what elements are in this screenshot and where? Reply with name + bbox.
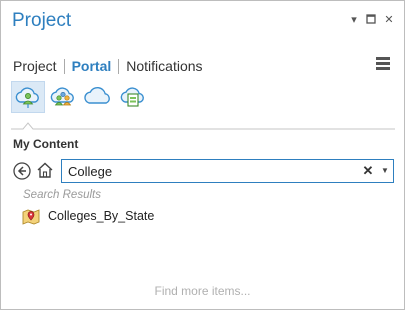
living-atlas-icon[interactable] bbox=[116, 81, 150, 113]
tab-separator bbox=[118, 58, 120, 74]
list-item[interactable]: Colleges_By_State bbox=[22, 207, 154, 225]
tab-notifications[interactable]: Notifications bbox=[126, 58, 202, 74]
close-icon[interactable]: ✕ bbox=[382, 13, 396, 27]
back-arrow-icon[interactable] bbox=[13, 162, 31, 180]
result-label: Colleges_By_State bbox=[48, 209, 155, 223]
tab-project[interactable]: Project bbox=[13, 58, 57, 74]
section-title: My Content bbox=[13, 137, 79, 151]
results-header: Search Results bbox=[23, 189, 101, 201]
search-input[interactable] bbox=[68, 163, 348, 179]
portal-view-toolbar bbox=[11, 81, 151, 115]
pane-tabs: Project Portal Notifications bbox=[13, 57, 203, 75]
tab-separator bbox=[63, 58, 65, 74]
project-pane: Project ▾ ✕ Project Portal Notifications bbox=[0, 0, 405, 310]
map-package-icon bbox=[22, 208, 40, 225]
all-portal-icon[interactable] bbox=[81, 81, 115, 113]
pane-titlebar: Project ▾ ✕ bbox=[1, 1, 404, 41]
search-dropdown-icon[interactable]: ▼ bbox=[380, 165, 390, 177]
menu-icon[interactable] bbox=[376, 57, 390, 71]
section-divider bbox=[11, 122, 395, 130]
tab-portal[interactable]: Portal bbox=[72, 58, 112, 74]
maximize-icon[interactable] bbox=[364, 13, 378, 27]
find-more-link[interactable]: Find more items... bbox=[1, 284, 404, 298]
pane-title: Project bbox=[12, 10, 72, 31]
my-content-icon[interactable] bbox=[11, 81, 45, 113]
search-box: ✕ ▼ bbox=[61, 159, 394, 183]
home-icon[interactable] bbox=[36, 161, 54, 179]
groups-icon[interactable] bbox=[46, 81, 80, 113]
pane-options-icon[interactable]: ▾ bbox=[347, 13, 361, 27]
clear-search-icon[interactable]: ✕ bbox=[361, 163, 375, 179]
